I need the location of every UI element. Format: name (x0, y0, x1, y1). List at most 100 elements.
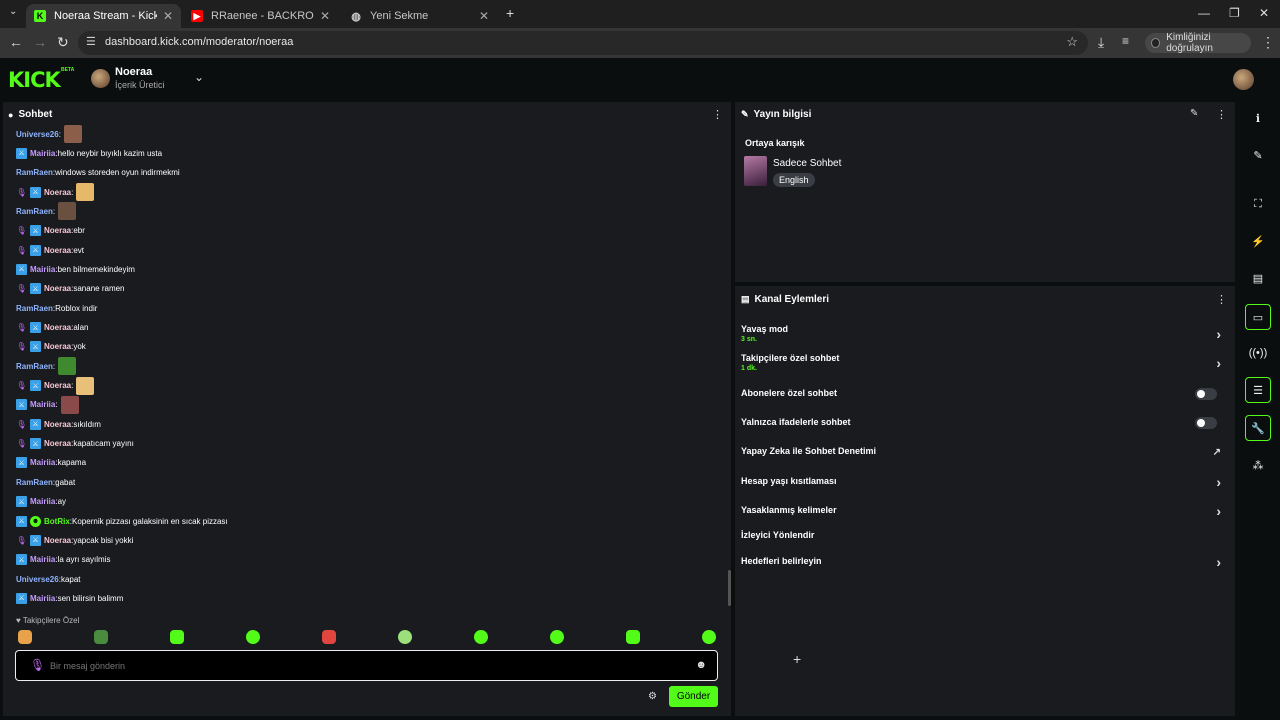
chevron-right-icon[interactable]: › (1216, 474, 1221, 490)
chat-username[interactable]: Noeraa (44, 342, 71, 351)
chat-message[interactable]: ⚔ Mairiia: kapama (16, 456, 86, 470)
send-button[interactable]: Gönder (669, 686, 718, 707)
chat-username[interactable]: Universe26 (16, 575, 59, 584)
close-tab-icon[interactable]: ✕ (320, 9, 330, 23)
bookmark-star-icon[interactable]: ☆ (1066, 34, 1078, 50)
emote-button[interactable] (18, 630, 32, 644)
chat-message[interactable]: 🎙 ⚔ Noeraa: (16, 183, 95, 202)
close-tab-icon[interactable]: ✕ (479, 9, 489, 23)
microphone-icon[interactable]: 🎙 (30, 658, 45, 672)
new-tab-plus-icon[interactable]: + (506, 5, 514, 21)
user-name[interactable]: Noeraa (115, 66, 152, 78)
ai-moderation-row[interactable]: Yapay Zeka ile Sohbet Denetimi ↗ (741, 446, 1231, 458)
chat-message[interactable]: 🎙 ⚔ Noeraa: evt (16, 243, 84, 257)
chat-icon[interactable]: ▭ (1245, 304, 1271, 330)
chevron-right-icon[interactable]: › (1216, 355, 1221, 371)
chat-message[interactable]: ⚔ Mairiia: ay (16, 495, 66, 509)
chat-input[interactable]: 🎙 Bir mesaj gönderin ☻ (15, 650, 718, 681)
emote-button[interactable] (550, 630, 564, 644)
chat-username[interactable]: RamRaen (16, 304, 53, 313)
tab-search-icon[interactable]: ⌄ (9, 6, 17, 17)
back-arrow-icon[interactable]: ← (9, 34, 23, 50)
set-goals-row[interactable]: Hedefleri belirleyin › (741, 554, 1231, 570)
chat-scrollbar[interactable] (728, 570, 731, 606)
chevron-right-icon[interactable]: › (1216, 554, 1221, 570)
slow-mode-row[interactable]: Yavaş mod 3 sn. › (741, 324, 1231, 343)
chat-username[interactable]: Mairiia (30, 400, 55, 409)
chat-message[interactable]: RamRaen: (16, 357, 77, 376)
chat-message[interactable]: 🎙 ⚔ Noeraa: alan (16, 321, 88, 335)
chat-username[interactable]: Noeraa (44, 536, 71, 545)
chat-username[interactable]: Mairiia (30, 149, 55, 158)
maximize-icon[interactable]: ❐ (1229, 6, 1240, 20)
chat-message[interactable]: ⚔ ☻ BotRix: Kopernik pizzası galaksinin en… (16, 514, 228, 528)
chat-username[interactable]: Noeraa (44, 226, 71, 235)
emote-button[interactable] (94, 630, 108, 644)
redirect-viewers-row[interactable]: İzleyici Yönlendir (741, 530, 1231, 540)
channel-actions-icon[interactable]: ☰ (1245, 377, 1271, 403)
chat-username[interactable]: Mairiia (30, 497, 55, 506)
account-avatar[interactable] (1233, 69, 1254, 90)
chat-username[interactable]: Mairiia (30, 265, 55, 274)
url-text[interactable]: dashboard.kick.com/moderator/noeraa (105, 36, 293, 48)
pencil-icon[interactable]: ✎ (1245, 142, 1271, 168)
broadcast-icon[interactable]: ((•)) (1245, 340, 1271, 366)
tab-kick-dashboard[interactable]: K Noeraa Stream - Kick Dashboar ✕ (26, 4, 181, 28)
download-icon[interactable]: ⤓ (1098, 34, 1104, 51)
banned-words-row[interactable]: Yasaklanmış kelimeler › (741, 503, 1231, 519)
chat-message[interactable]: ⚔ Mairiia: ben bilmemekindeyim (16, 262, 135, 276)
chat-message[interactable]: ⚔ Mairiia: sen bilirsin balimm (16, 591, 123, 605)
chat-message[interactable]: 🎙 ⚔ Noeraa: (16, 376, 95, 395)
info-icon[interactable]: ℹ (1245, 105, 1271, 131)
chat-message[interactable]: ⚔ Mairiia: hello neybir bıyıklı kazim ust… (16, 146, 162, 160)
emote-button[interactable] (322, 630, 336, 644)
tab-youtube[interactable]: ▶ RRaenee - BACKROOMS TÜM ✕ (183, 4, 338, 28)
chat-message[interactable]: ⚔ Mairiia: la ayrı sayılmis (16, 553, 110, 567)
site-info-icon[interactable]: ☰ (86, 35, 96, 48)
subscribers-only-toggle[interactable] (1195, 388, 1217, 400)
chat-message[interactable]: ⚔ Mairiia: (16, 395, 79, 414)
followers-only-row[interactable]: Takipçilere özel sohbet 1 dk. › (741, 353, 1231, 372)
emote-button[interactable] (626, 630, 640, 644)
chat-username[interactable]: Mairiia (30, 458, 55, 467)
emoji-picker-icon[interactable]: ☻ (695, 659, 707, 671)
emote-button[interactable] (474, 630, 488, 644)
minimize-icon[interactable]: — (1198, 6, 1210, 20)
chat-username[interactable]: RamRaen (16, 478, 53, 487)
emotes-only-toggle[interactable] (1195, 417, 1217, 429)
share-nodes-icon[interactable]: ⁂ (1245, 452, 1271, 478)
chat-username[interactable]: Mairiia (30, 594, 55, 603)
chat-message[interactable]: 🎙 ⚔ Noeraa: sıkıldım (16, 417, 101, 431)
chat-message[interactable]: 🎙 ⚔ Noeraa: sanane ramen (16, 282, 125, 296)
chat-username[interactable]: Noeraa (44, 246, 71, 255)
forward-arrow-icon[interactable]: → (33, 34, 47, 50)
chat-message[interactable]: 🎙 ⚔ Noeraa: yapcak bisi yokki (16, 533, 133, 547)
omnibox[interactable]: ☰ dashboard.kick.com/moderator/noeraa ☆ (78, 31, 1088, 55)
chat-username[interactable]: RamRaen (16, 362, 53, 371)
chat-username[interactable]: Noeraa (44, 323, 71, 332)
stream-info-menu-icon[interactable]: ⋮ (1216, 108, 1227, 121)
chat-message[interactable]: 🎙 ⚔ Noeraa: kapatıcam yayını (16, 437, 134, 451)
chevron-right-icon[interactable]: › (1216, 503, 1221, 519)
chevron-down-icon[interactable]: ⌄ (194, 70, 204, 84)
document-icon[interactable]: ▤ (1245, 265, 1271, 291)
channel-actions-menu-icon[interactable]: ⋮ (1216, 293, 1227, 306)
chat-username[interactable]: Noeraa (44, 420, 71, 429)
chat-message[interactable]: 🎙 ⚔ Noeraa: yok (16, 340, 86, 354)
tab-new-tab[interactable]: ◍ Yeni Sekme ✕ (342, 4, 497, 28)
emote-button[interactable] (246, 630, 260, 644)
emote-button[interactable] (170, 630, 184, 644)
close-tab-icon[interactable]: ✕ (163, 9, 173, 23)
chat-username[interactable]: BotRix (44, 517, 70, 526)
wrench-icon[interactable]: 🔧 (1245, 415, 1271, 441)
chat-message[interactable]: RamRaen: windows storeden oyun indirmekm… (16, 166, 180, 180)
chat-message[interactable]: Universe26: kapat (16, 572, 81, 586)
account-age-row[interactable]: Hesap yaşı kısıtlaması › (741, 474, 1231, 490)
user-avatar[interactable] (91, 69, 110, 88)
chat-username[interactable]: Noeraa (44, 381, 71, 390)
emote-button[interactable] (398, 630, 412, 644)
kick-logo[interactable]: KICK (8, 68, 61, 92)
chat-message[interactable]: RamRaen: Roblox indir (16, 301, 97, 315)
chat-username[interactable]: Mairiia (30, 555, 55, 564)
chevron-right-icon[interactable]: › (1216, 326, 1221, 342)
